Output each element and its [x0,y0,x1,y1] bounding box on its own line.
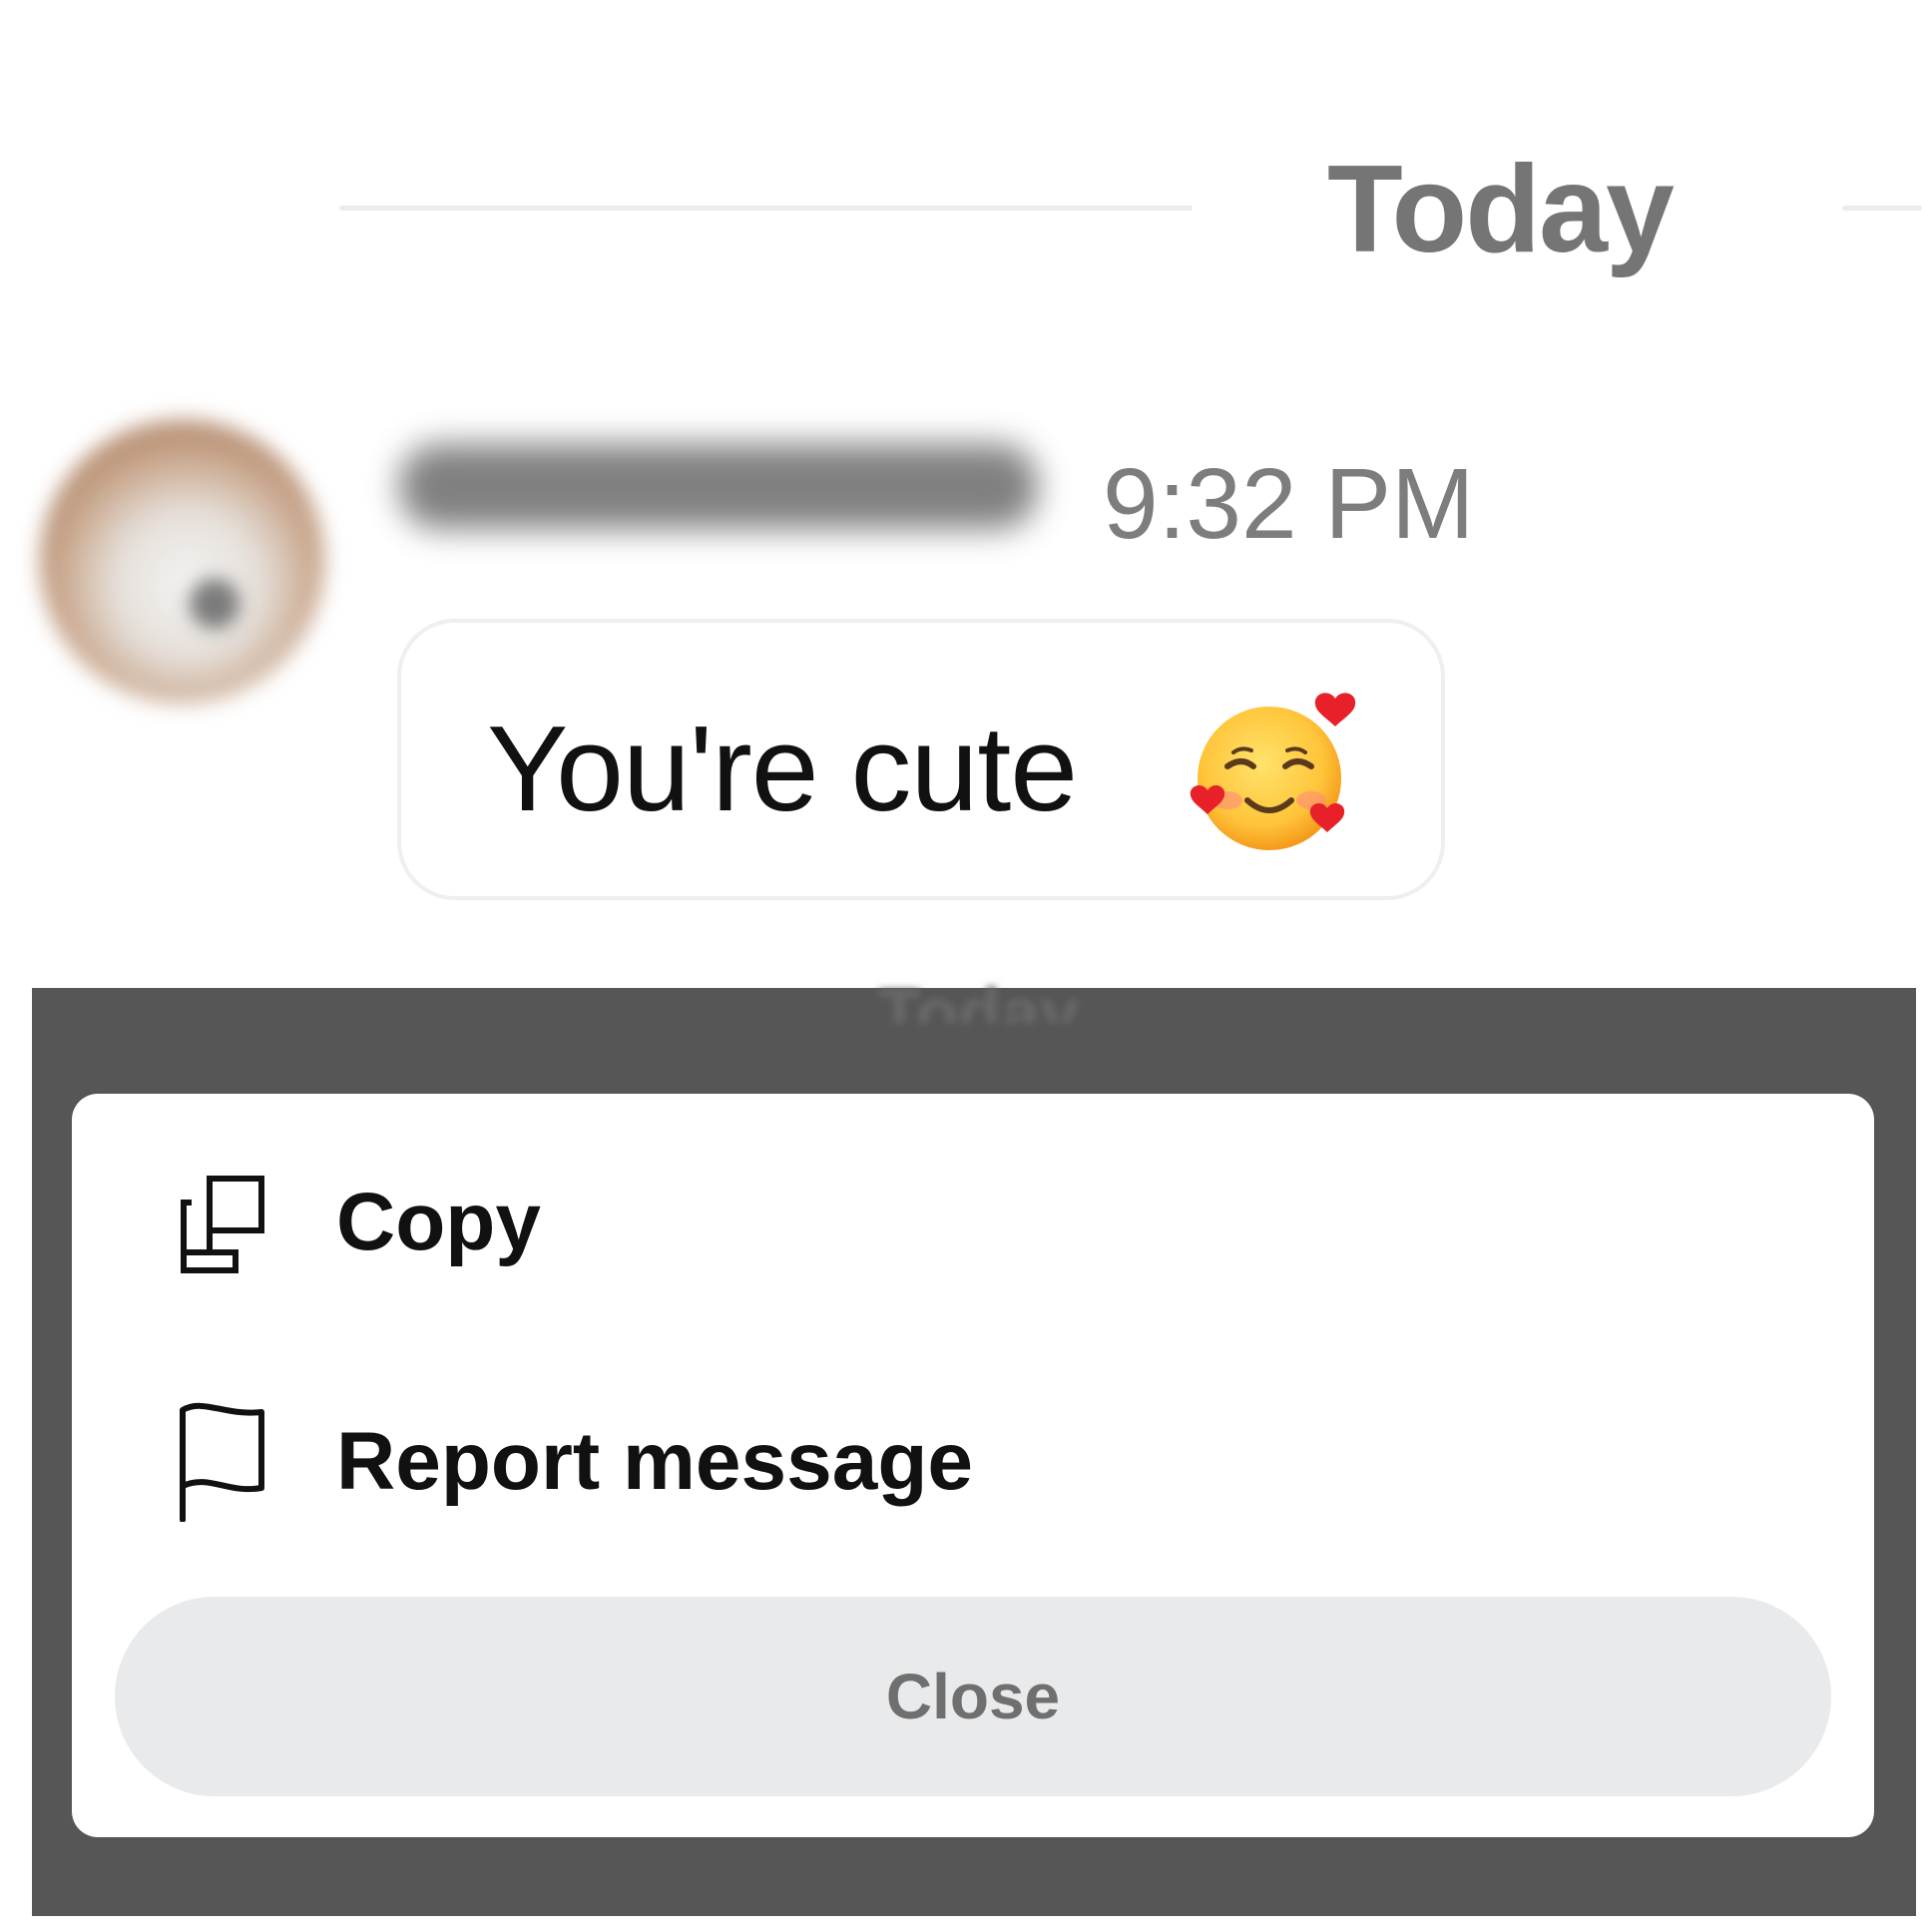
message-timestamp: 9:32 PM [1103,448,1475,560]
message-text: You're cute [487,701,1078,836]
close-button[interactable]: Close [115,1597,1831,1796]
report-message-label: Report message [336,1416,974,1507]
copy-icon [181,1176,264,1273]
copy-menu-item[interactable]: Copy [72,1133,1874,1302]
date-divider-label-dimmed: Today [878,974,1079,1023]
date-divider-label: Today [1327,141,1675,278]
sender-avatar-detail [190,579,240,629]
date-divider-line-right [1842,206,1922,211]
sender-name-blurred [399,444,1038,529]
date-divider-line-left [339,206,1193,211]
copy-label: Copy [336,1177,541,1267]
sender-avatar[interactable] [40,419,324,704]
chat-thread: Today 9:32 PM You're cute [0,0,1932,988]
report-message-menu-item[interactable]: Report message [72,1372,1874,1542]
smiling-face-with-hearts-emoji [1190,693,1356,850]
flag-icon [180,1402,264,1522]
